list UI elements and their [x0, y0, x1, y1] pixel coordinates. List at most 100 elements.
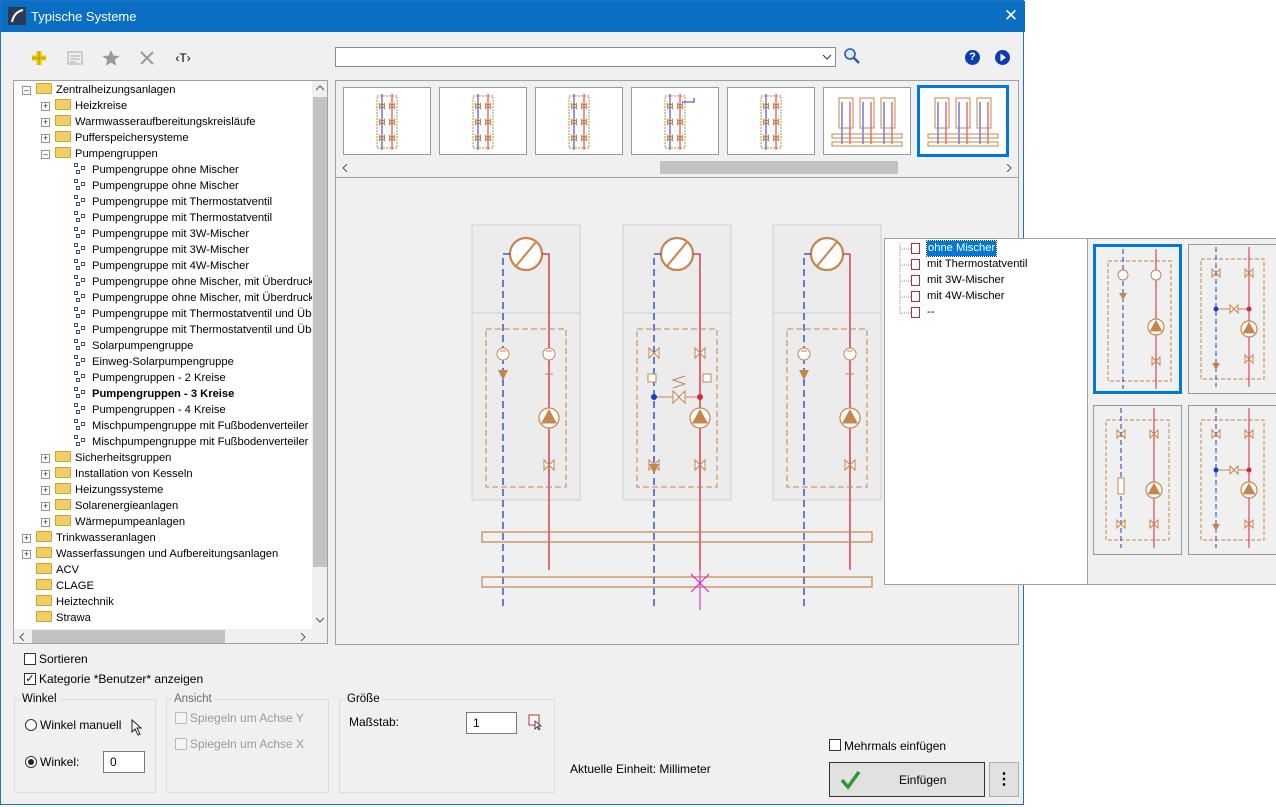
tree-leaf-item[interactable]: Pumpengruppe ohne Mischer, mit Überdruck…: [74, 274, 320, 290]
tree-leaf-item[interactable]: Pumpengruppe mit Thermostatventil: [74, 194, 272, 210]
tree-expander[interactable]: +: [41, 454, 50, 463]
add-button[interactable]: [28, 47, 50, 69]
tree-horizontal-scrollbar[interactable]: [14, 629, 312, 643]
winkel-angle-radio[interactable]: [25, 756, 37, 768]
search-button[interactable]: [841, 47, 863, 69]
tree-leaf-item[interactable]: Pumpengruppen - 4 Kreise: [74, 402, 226, 418]
tree-folder-item[interactable]: CLAGE: [36, 578, 94, 594]
variant-thumbnail[interactable]: [1188, 244, 1276, 394]
search-input[interactable]: [338, 49, 822, 67]
tree-folder-item[interactable]: Wasserfassungen und Aufbereitungsanlagen: [36, 546, 278, 562]
tree-expander[interactable]: –: [22, 86, 31, 95]
tree-leaf-item[interactable]: Mischpumpengruppe mit Fußbodenverteiler …: [74, 418, 321, 434]
tree-folder-item[interactable]: Pumpengruppen: [55, 146, 158, 162]
properties-button[interactable]: [64, 47, 86, 69]
tree-expander[interactable]: +: [41, 134, 50, 143]
scale-pick-button[interactable]: [528, 714, 544, 730]
variant-thumbnail[interactable]: [1093, 244, 1182, 394]
tree-leaf-item[interactable]: Solarpumpengruppe: [74, 338, 193, 354]
multi-insert-checkbox[interactable]: [829, 739, 841, 751]
tree-expander[interactable]: +: [22, 534, 31, 543]
winkel-manual-radio[interactable]: [25, 719, 37, 731]
text-tag-button[interactable]: ‹T›: [172, 47, 194, 69]
thumbnail-strip[interactable]: [335, 80, 1019, 178]
forward-button[interactable]: [995, 50, 1010, 65]
tree-leaf-item[interactable]: Pumpengruppe ohne Mischer: [74, 178, 239, 194]
scroll-left-icon[interactable]: [19, 633, 25, 641]
tree-folder-item[interactable]: Warmwasseraufbereitungskreisläufe: [55, 114, 256, 130]
tree-folder-item[interactable]: Solarenergieanlagen: [55, 498, 178, 514]
scroll-left-icon[interactable]: [342, 164, 348, 172]
tree-folder-item[interactable]: Heiztechnik: [36, 594, 114, 610]
tree-expander[interactable]: +: [22, 550, 31, 559]
angle-input[interactable]: 0: [103, 751, 145, 773]
tree-leaf-item[interactable]: Pumpengruppe mit Thermostatventil und Üb…: [74, 322, 318, 338]
thumbnail-item[interactable]: [439, 87, 527, 155]
tree-leaf-item[interactable]: Pumpengruppe ohne Mischer, mit Überdruck…: [74, 290, 320, 306]
tree-leaf-item[interactable]: Pumpengruppe mit 4W-Mischer: [74, 258, 249, 274]
tree-leaf-item[interactable]: Pumpengruppen - 3 Kreise: [74, 386, 234, 402]
tree-folder-item[interactable]: Strawa: [36, 610, 91, 626]
mirror-x-checkbox[interactable]: [175, 738, 187, 750]
tree-expander[interactable]: +: [41, 518, 50, 527]
angle-pick-button[interactable]: [131, 719, 145, 737]
thumbnail-item[interactable]: [631, 87, 719, 155]
tree-vertical-scrollbar[interactable]: [312, 81, 327, 629]
tree-folder-item[interactable]: Trinkwasseranlagen: [36, 530, 156, 546]
variant-item[interactable]: ohne Mischer: [925, 240, 998, 257]
variant-item[interactable]: mit Thermostatventil: [927, 257, 1028, 272]
category-tree[interactable]: – Zentralheizungsanlagen + Heizkreise + Warmw…: [13, 80, 328, 644]
variant-thumbnail[interactable]: [1093, 405, 1182, 555]
variant-thumbnail[interactable]: [1188, 405, 1276, 555]
tree-expander[interactable]: +: [41, 502, 50, 511]
tree-expander[interactable]: –: [41, 150, 50, 159]
tree-leaf-item[interactable]: Pumpengruppe ohne Mischer: [74, 162, 239, 178]
tree-leaf-item[interactable]: Pumpengruppe mit Thermostatventil: [74, 210, 272, 226]
help-button[interactable]: ?: [965, 50, 980, 65]
scale-input[interactable]: 1: [466, 712, 517, 734]
scroll-up-icon[interactable]: [316, 85, 324, 91]
variant-item[interactable]: mit 4W-Mischer: [927, 289, 1005, 304]
insert-button[interactable]: Einfügen: [829, 762, 985, 797]
thumbnail-item[interactable]: [727, 87, 815, 155]
kategorie-checkbox[interactable]: ✓: [24, 673, 36, 685]
search-combobox[interactable]: [335, 47, 836, 67]
thumbnail-scroll-thumb[interactable]: [660, 161, 898, 174]
tree-expander[interactable]: +: [41, 118, 50, 127]
tree-folder-item[interactable]: Heizungssysteme: [55, 482, 163, 498]
tree-leaf-item[interactable]: Pumpengruppen - 2 Kreise: [74, 370, 226, 386]
scroll-down-icon[interactable]: [316, 617, 324, 623]
tree-folder-item[interactable]: ACV: [36, 562, 79, 578]
thumbnail-item[interactable]: [917, 85, 1009, 157]
variant-list[interactable]: ohne Mischer mit Thermostatventil mit 3W-M…: [885, 239, 1087, 584]
variant-item[interactable]: --: [927, 305, 934, 320]
thumbnail-item[interactable]: [535, 87, 623, 155]
tree-folder-item[interactable]: Heizkreise: [55, 98, 127, 114]
mirror-y-checkbox[interactable]: [175, 712, 187, 724]
tree-leaf-item[interactable]: Pumpengruppe mit Thermostatventil und Üb…: [74, 306, 318, 322]
scroll-right-icon[interactable]: [1006, 164, 1012, 172]
thumbnail-item[interactable]: [823, 87, 911, 155]
more-options-button[interactable]: ⋮: [989, 762, 1019, 797]
thumbnail-scrollbar[interactable]: [336, 159, 1018, 177]
thumbnail-item[interactable]: [343, 87, 431, 155]
tree-expander[interactable]: +: [41, 486, 50, 495]
tree-folder-item[interactable]: Wärmepumpeanlagen: [55, 514, 185, 530]
scroll-right-icon[interactable]: [300, 633, 306, 641]
favorite-button[interactable]: [100, 47, 122, 69]
close-button[interactable]: ✕: [1001, 5, 1021, 27]
tree-folder-item[interactable]: Sicherheitsgruppen: [55, 450, 171, 466]
tree-expander[interactable]: +: [41, 470, 50, 479]
tree-horizontal-scroll-thumb[interactable]: [32, 630, 225, 643]
chevron-down-icon[interactable]: [822, 53, 832, 61]
delete-button[interactable]: [136, 47, 158, 69]
tree-folder-item[interactable]: Zentralheizungsanlagen: [36, 82, 175, 98]
tree-leaf-item[interactable]: Mischpumpengruppe mit Fußbodenverteiler …: [74, 434, 321, 450]
tree-folder-item[interactable]: Pufferspeichersysteme: [55, 130, 189, 146]
tree-folder-item[interactable]: Installation von Kesseln: [55, 466, 193, 482]
tree-leaf-item[interactable]: Einweg-Solarpumpengruppe: [74, 354, 234, 370]
tree-leaf-item[interactable]: Pumpengruppe mit 3W-Mischer: [74, 226, 249, 242]
tree-expander[interactable]: +: [41, 102, 50, 111]
sortieren-checkbox[interactable]: [24, 653, 36, 665]
variant-item[interactable]: mit 3W-Mischer: [927, 273, 1005, 288]
